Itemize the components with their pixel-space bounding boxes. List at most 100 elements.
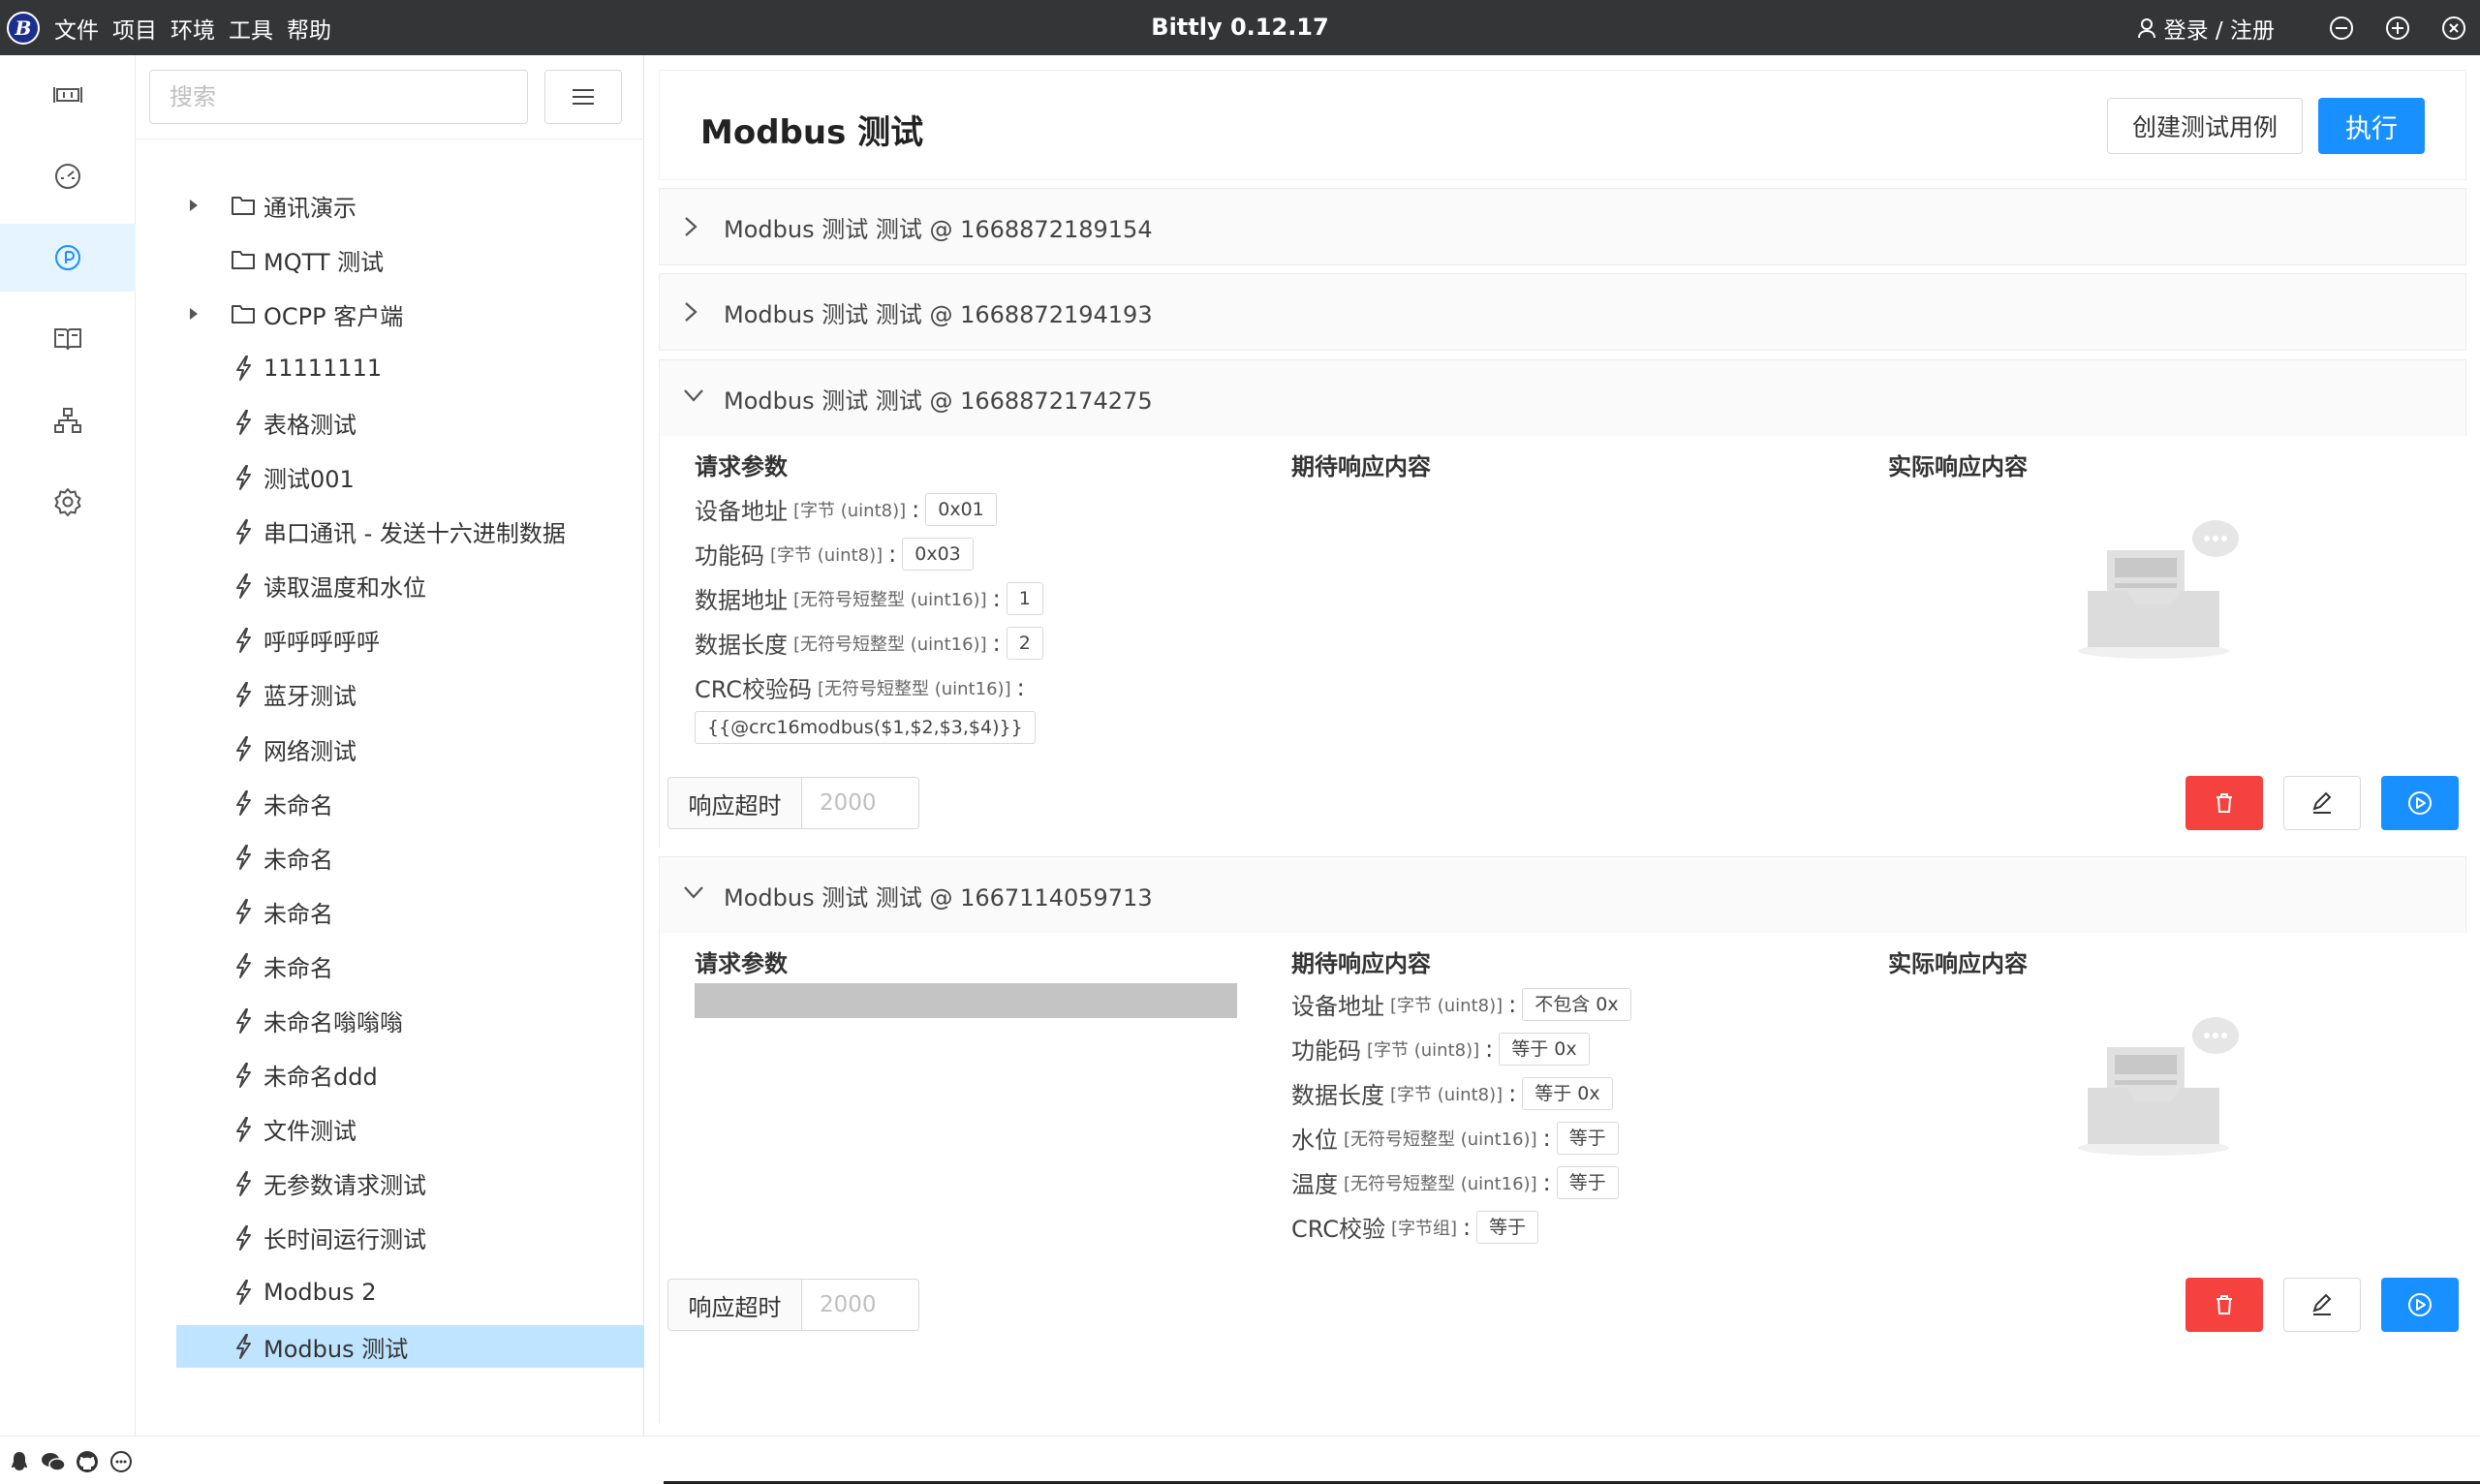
lightning-icon xyxy=(236,1007,251,1034)
close-icon xyxy=(2442,15,2465,40)
tree-request[interactable]: 11111111 xyxy=(176,347,644,389)
qq-icon[interactable] xyxy=(6,1448,33,1475)
rail-item-settings[interactable] xyxy=(0,468,136,536)
tree-folder[interactable]: OCPP 客户端 xyxy=(176,293,644,335)
tree-item-label: 测试001 xyxy=(264,466,355,493)
tree-request[interactable]: 网络测试 xyxy=(176,727,644,770)
hamburger-icon xyxy=(573,89,594,105)
expected-name: 设备地址 xyxy=(1291,993,1384,1020)
login-label: 登录 / 注册 xyxy=(2163,17,2275,44)
lightning-icon-wrap xyxy=(231,356,256,382)
menu-file[interactable]: 文件 xyxy=(54,12,99,45)
tree-folder[interactable]: 通讯演示 xyxy=(176,184,644,227)
tree-request[interactable]: 蓝牙测试 xyxy=(176,673,644,716)
lightning-icon-wrap xyxy=(231,1280,256,1305)
tree-menu-button[interactable] xyxy=(544,70,622,124)
response-timeout-field: 响应超时 2000 xyxy=(667,1279,919,1331)
login-button[interactable]: 登录 / 注册 xyxy=(2137,12,2275,45)
menu-tools[interactable]: 工具 xyxy=(229,12,273,45)
menu-project[interactable]: 项目 xyxy=(112,12,157,45)
trash-icon xyxy=(2216,1295,2232,1314)
menu-help[interactable]: 帮助 xyxy=(287,12,331,45)
lightning-icon xyxy=(236,736,251,761)
lightning-icon-wrap xyxy=(231,1334,256,1360)
lightning-icon-wrap xyxy=(231,1170,256,1196)
test-case-header[interactable]: Modbus 测试 测试 @ 1667114059713 xyxy=(660,857,2467,933)
param-value: 2 xyxy=(1006,626,1043,660)
test-case-header[interactable]: Modbus 测试 测试 @ 1668872194193 xyxy=(660,274,2467,350)
delete-button[interactable] xyxy=(2186,1278,2263,1332)
feedback-icon[interactable] xyxy=(108,1448,135,1475)
lightning-icon-wrap xyxy=(231,1224,256,1251)
expected-type: [字节 (uint8)] xyxy=(1390,995,1504,1016)
tree-request[interactable]: 表格测试 xyxy=(176,401,644,444)
test-case-body: 请求参数 期待响应内容 实际响应内容 设备地址 [字节 (uint8)]: 不包… xyxy=(660,933,2467,1423)
tree-request[interactable]: 测试001 xyxy=(176,456,644,499)
close-button[interactable] xyxy=(2441,15,2466,41)
minimize-icon xyxy=(2330,15,2353,40)
empty-inbox-icon xyxy=(2078,1017,2239,1156)
tree-item-label: Modbus 测试 xyxy=(264,1335,409,1363)
rail-item-serial[interactable] xyxy=(0,61,136,129)
run-button[interactable]: 执行 xyxy=(2318,98,2425,154)
tree-request[interactable]: 未命名ddd xyxy=(176,1054,644,1097)
rail-item-test[interactable] xyxy=(0,224,136,292)
tree-request[interactable]: 未命名 xyxy=(176,890,644,933)
expected-value: 等于 xyxy=(1556,1165,1619,1199)
lightning-icon xyxy=(236,518,251,544)
tree-request[interactable]: Modbus 2 xyxy=(176,1271,644,1314)
tree-request[interactable]: 呼呼呼呼呼 xyxy=(176,619,644,662)
run-case-button[interactable] xyxy=(2381,1278,2459,1332)
wechat-icon[interactable] xyxy=(40,1448,67,1475)
param-name: 功能码 xyxy=(695,542,764,570)
tree-request[interactable]: 文件测试 xyxy=(176,1108,644,1151)
param-row: 功能码 [字节 (uint8)]: 0x03 xyxy=(695,537,974,571)
tree-request[interactable]: 未命名 xyxy=(176,782,644,824)
test-case-header[interactable]: Modbus 测试 测试 @ 1668872174275 xyxy=(660,360,2467,436)
expand-caret-icon[interactable] xyxy=(190,308,198,321)
tree-item-label: 蓝牙测试 xyxy=(264,683,356,711)
minimize-button[interactable] xyxy=(2329,15,2354,41)
create-test-case-button[interactable]: 创建测试用例 xyxy=(2107,98,2303,154)
rail-item-docs[interactable] xyxy=(0,305,136,373)
tree-request[interactable]: 未命名嗡嗡嗡 xyxy=(176,1000,644,1042)
tree-item-label: 11111111 xyxy=(264,355,383,383)
expected-value: 等于 0x xyxy=(1499,1032,1590,1066)
menu-environment[interactable]: 环境 xyxy=(170,12,215,45)
lightning-icon xyxy=(236,899,251,925)
lightning-icon-wrap xyxy=(231,1116,256,1142)
tree-item-label: 未命名ddd xyxy=(264,1064,378,1092)
edit-button[interactable] xyxy=(2283,776,2361,830)
play-circle-icon xyxy=(2408,1293,2432,1316)
tree-request[interactable]: 无参数请求测试 xyxy=(176,1162,644,1205)
expand-caret-icon[interactable] xyxy=(190,200,198,211)
tree-request[interactable]: 未命名 xyxy=(176,944,644,987)
github-icon[interactable] xyxy=(74,1448,101,1475)
delete-button[interactable] xyxy=(2186,776,2263,830)
timeout-input[interactable]: 2000 xyxy=(802,778,918,828)
app-logo-icon: B xyxy=(7,12,40,45)
param-value: 0x01 xyxy=(925,492,997,526)
param-type: [无符号短整型 (uint16)] xyxy=(818,678,1011,699)
test-icon xyxy=(55,245,80,270)
test-case-panel: Modbus 测试 测试 @ 1668872174275 请求参数 期待响应内容… xyxy=(659,359,2467,849)
tree-folder[interactable]: MQTT 测试 xyxy=(176,238,644,281)
rail-item-dashboard[interactable] xyxy=(0,142,136,210)
rail-item-network[interactable] xyxy=(0,386,136,454)
tree-request[interactable]: 读取温度和水位 xyxy=(176,565,644,607)
run-case-button[interactable] xyxy=(2381,776,2459,830)
timeout-input[interactable]: 2000 xyxy=(802,1280,918,1330)
tree-request[interactable]: 未命名 xyxy=(176,836,644,879)
tree-request[interactable]: 长时间运行测试 xyxy=(176,1217,644,1259)
tree-request[interactable]: Modbus 测试 xyxy=(176,1325,644,1369)
search-input[interactable] xyxy=(149,70,528,124)
test-case-header[interactable]: Modbus 测试 测试 @ 1668872189154 xyxy=(660,189,2467,264)
edit-button[interactable] xyxy=(2283,1278,2361,1332)
lightning-icon xyxy=(236,410,251,436)
param-type: [字节 (uint8)] xyxy=(793,500,907,521)
main-content: Modbus 测试 创建测试用例 执行 Modbus 测试 测试 @ 16688… xyxy=(659,70,2467,1426)
param-row: 数据长度 [无符号短整型 (uint16)]: 2 xyxy=(695,626,1043,660)
expected-type: [无符号短整型 (uint16)] xyxy=(1344,1173,1537,1194)
maximize-button[interactable] xyxy=(2385,15,2410,41)
tree-request[interactable]: 串口通讯 - 发送十六进制数据 xyxy=(176,510,644,553)
